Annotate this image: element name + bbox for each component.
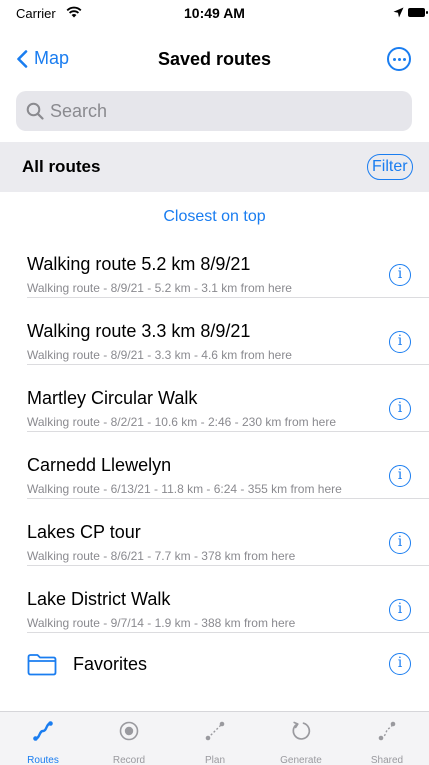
info-icon[interactable]: i xyxy=(389,599,411,621)
folder-icon xyxy=(27,654,57,676)
route-row[interactable]: Carnedd Llewelyn Walking route - 6/13/21… xyxy=(0,436,429,499)
search-input[interactable] xyxy=(50,91,402,131)
sort-order-button[interactable]: Closest on top xyxy=(0,208,429,226)
section-header: All routes Filter xyxy=(0,142,429,192)
tab-shared[interactable]: Shared xyxy=(344,712,429,765)
more-options-button[interactable] xyxy=(387,47,411,71)
tab-label: Record xyxy=(112,755,146,765)
filter-button[interactable]: Filter xyxy=(367,154,413,180)
search-icon xyxy=(26,102,44,120)
info-icon[interactable]: i xyxy=(389,264,411,286)
row-divider xyxy=(27,364,429,365)
route-row[interactable]: Lakes CP tour Walking route - 8/6/21 - 7… xyxy=(0,503,429,566)
plan-icon xyxy=(205,721,225,741)
folder-label: Favorites xyxy=(73,654,148,674)
route-title: Martley Circular Walk xyxy=(27,388,198,408)
tab-record[interactable]: Record xyxy=(86,712,172,765)
search-bar xyxy=(16,91,412,131)
generate-icon xyxy=(292,721,311,740)
route-row[interactable]: Walking route 5.2 km 8/9/21 Walking rout… xyxy=(0,235,429,298)
info-icon[interactable]: i xyxy=(389,653,411,675)
section-title: All routes xyxy=(22,157,101,176)
route-subtitle: Walking route - 8/2/21 - 10.6 km - 2:46 … xyxy=(27,415,337,429)
more-icon-dot xyxy=(398,58,401,61)
row-divider xyxy=(27,565,429,566)
tab-bar: Routes Record Plan Generate Shared xyxy=(0,711,429,765)
tab-label: Shared xyxy=(370,755,404,765)
tab-routes[interactable]: Routes xyxy=(0,712,86,765)
route-title: Lakes CP tour xyxy=(27,522,141,542)
tab-generate[interactable]: Generate xyxy=(258,712,344,765)
route-row[interactable]: Martley Circular Walk Walking route - 8/… xyxy=(0,369,429,432)
shared-icon xyxy=(378,721,396,741)
more-icon-dot xyxy=(403,58,406,61)
route-subtitle: Walking route - 8/9/21 - 3.3 km - 4.6 km… xyxy=(27,348,292,362)
route-subtitle: Walking route - 9/7/14 - 1.9 km - 388 km… xyxy=(27,616,296,630)
row-divider xyxy=(27,431,429,432)
tab-label: Plan xyxy=(204,755,225,765)
info-icon[interactable]: i xyxy=(389,398,411,420)
route-icon xyxy=(33,721,53,741)
route-title: Walking route 5.2 km 8/9/21 xyxy=(27,254,251,274)
route-subtitle: Walking route - 6/13/21 - 11.8 km - 6:24… xyxy=(27,482,342,496)
row-divider xyxy=(27,498,429,499)
folder-row-favorites[interactable]: Favorites i xyxy=(0,636,429,692)
record-icon xyxy=(119,721,139,741)
info-icon[interactable]: i xyxy=(389,532,411,554)
tab-label: Routes xyxy=(27,755,59,765)
battery-icon xyxy=(408,8,428,17)
route-row[interactable]: Lake District Walk Walking route - 9/7/1… xyxy=(0,570,429,633)
page-title: Saved routes xyxy=(157,49,272,69)
route-title: Walking route 3.3 km 8/9/21 xyxy=(27,321,251,341)
more-icon-dot xyxy=(393,58,396,61)
location-arrow-icon xyxy=(393,7,404,18)
status-bar: Carrier 10:49 AM xyxy=(0,0,429,30)
route-subtitle: Walking route - 8/6/21 - 7.7 km - 378 km… xyxy=(27,549,296,563)
tab-plan[interactable]: Plan xyxy=(172,712,258,765)
tab-label: Generate xyxy=(280,755,322,765)
info-icon[interactable]: i xyxy=(389,331,411,353)
row-divider xyxy=(27,297,429,298)
route-row[interactable]: Walking route 3.3 km 8/9/21 Walking rout… xyxy=(0,302,429,365)
navigation-bar: Map Saved routes xyxy=(0,36,429,80)
info-icon[interactable]: i xyxy=(389,465,411,487)
route-title: Lake District Walk xyxy=(27,589,171,609)
status-time: 10:49 AM xyxy=(184,5,245,21)
route-title: Carnedd Llewelyn xyxy=(27,455,172,475)
row-divider xyxy=(27,632,429,633)
route-subtitle: Walking route - 8/9/21 - 5.2 km - 3.1 km… xyxy=(27,281,292,295)
